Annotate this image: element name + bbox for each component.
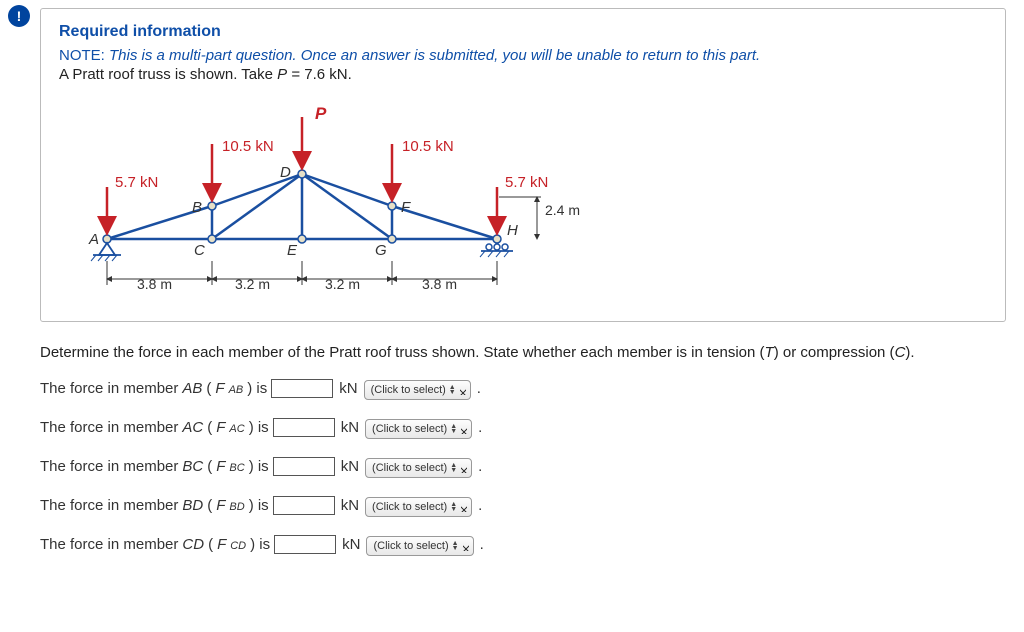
- row-fsym: F: [216, 497, 225, 514]
- row-pre: The force in member: [40, 536, 178, 553]
- row-member: AC: [182, 419, 203, 436]
- label-load-bl: 10.5 kN: [222, 138, 274, 155]
- q-post: ).: [905, 344, 914, 361]
- row-fsym: F: [216, 419, 225, 436]
- chevron-updown-icon: ▲▼: [450, 502, 457, 512]
- force-input-AC[interactable]: [273, 418, 335, 437]
- row-pre: The force in member: [40, 380, 178, 397]
- required-header: Required information: [59, 23, 987, 41]
- label-d1: 3.8 m: [137, 276, 172, 292]
- info-icon-glyph: !: [17, 8, 22, 24]
- period: .: [478, 419, 482, 436]
- row-member: AB: [182, 380, 202, 397]
- label-d2: 3.2 m: [235, 276, 270, 292]
- label-d3: 3.2 m: [325, 276, 360, 292]
- tc-select-AB[interactable]: (Click to select)▲▼: [364, 380, 471, 400]
- label-B: B: [192, 199, 202, 216]
- select-label: (Click to select): [372, 423, 447, 435]
- question-text: Determine the force in each member of th…: [40, 344, 1006, 361]
- label-F: F: [401, 199, 411, 216]
- row-fsym: F: [215, 380, 224, 397]
- row-sub: BC: [229, 462, 244, 474]
- row-pre: The force in member: [40, 497, 178, 514]
- given-var: P: [277, 66, 287, 83]
- row-sub: CD: [230, 540, 246, 552]
- row-pre: The force in member: [40, 419, 178, 436]
- q-t: T: [765, 344, 774, 361]
- force-row-BC: The force in member BC (FBC) is kN (Clic…: [40, 457, 1006, 478]
- label-H: H: [507, 222, 518, 239]
- chevron-updown-icon: ▲▼: [449, 385, 456, 395]
- label-load-br: 10.5 kN: [402, 138, 454, 155]
- question-area: Determine the force in each member of th…: [40, 344, 1006, 556]
- row-after: ) is: [249, 497, 269, 514]
- given-line: A Pratt roof truss is shown. Take P = 7.…: [59, 66, 987, 83]
- note-line: NOTE: This is a multi-part question. Onc…: [59, 47, 987, 64]
- force-input-CD[interactable]: [274, 535, 336, 554]
- force-row-AC: The force in member AC (FAC) is kN (Clic…: [40, 418, 1006, 439]
- truss-diagram: P 10.5 kN 10.5 kN 5.7 kN 5.7 kN A B C D …: [67, 89, 987, 303]
- row-fsym: F: [216, 458, 225, 475]
- label-A: A: [88, 231, 99, 248]
- q-pre: Determine the force in each member of th…: [40, 344, 765, 361]
- row-after: ) is: [249, 419, 269, 436]
- required-info-card: Required information NOTE: This is a mul…: [40, 8, 1006, 322]
- force-row-CD: The force in member CD (FCD) is kN (Clic…: [40, 535, 1006, 556]
- label-C: C: [194, 242, 205, 259]
- row-member: CD: [182, 536, 204, 553]
- row-sub: BD: [229, 501, 244, 513]
- q-c: C: [895, 344, 906, 361]
- label-d4: 3.8 m: [422, 276, 457, 292]
- row-fsym: F: [217, 536, 226, 553]
- note-body: This is a multi-part question. Once an a…: [109, 47, 760, 64]
- unit-label: kN: [341, 458, 359, 475]
- period: .: [478, 458, 482, 475]
- label-D: D: [280, 164, 291, 181]
- force-input-BD[interactable]: [273, 496, 335, 515]
- chevron-updown-icon: ▲▼: [450, 463, 457, 473]
- select-label: (Click to select): [371, 384, 446, 396]
- row-after: ) is: [250, 536, 270, 553]
- unit-label: kN: [342, 536, 360, 553]
- note-prefix: NOTE:: [59, 47, 109, 64]
- select-label: (Click to select): [372, 462, 447, 474]
- row-member: BD: [182, 497, 203, 514]
- given-text: A Pratt roof truss is shown. Take: [59, 66, 277, 83]
- label-E: E: [287, 242, 298, 259]
- chevron-updown-icon: ▲▼: [452, 541, 459, 551]
- row-pre: The force in member: [40, 458, 178, 475]
- force-row-AB: The force in member AB (FAB) is kN (Clic…: [40, 379, 1006, 400]
- info-icon: !: [8, 5, 30, 27]
- row-after: ) is: [249, 458, 269, 475]
- tc-select-AC[interactable]: (Click to select)▲▼: [365, 419, 472, 439]
- label-load-right: 5.7 kN: [505, 174, 548, 191]
- force-input-AB[interactable]: [271, 379, 333, 398]
- period: .: [477, 380, 481, 397]
- force-input-BC[interactable]: [273, 457, 335, 476]
- select-label: (Click to select): [373, 540, 448, 552]
- given-rest: = 7.6 kN.: [287, 66, 352, 83]
- tc-select-CD[interactable]: (Click to select) ▲▼: [366, 536, 473, 556]
- row-member: BC: [182, 458, 203, 475]
- q-mid: ) or compression (: [774, 344, 895, 361]
- period: .: [478, 497, 482, 514]
- unit-label: kN: [339, 380, 357, 397]
- tc-select-BD[interactable]: (Click to select)▲▼: [365, 497, 472, 517]
- row-sub: AB: [229, 384, 244, 396]
- tc-select-BC[interactable]: (Click to select)▲▼: [365, 458, 472, 478]
- label-height: 2.4 m: [545, 202, 580, 218]
- period: .: [480, 536, 484, 553]
- unit-label: kN: [341, 497, 359, 514]
- force-row-BD: The force in member BD (FBD) is kN (Clic…: [40, 496, 1006, 517]
- row-sub: AC: [229, 423, 244, 435]
- label-P: P: [315, 104, 327, 123]
- unit-label: kN: [341, 419, 359, 436]
- row-after: ) is: [247, 380, 267, 397]
- label-load-left: 5.7 kN: [115, 174, 158, 191]
- chevron-updown-icon: ▲▼: [450, 424, 457, 434]
- label-G: G: [375, 242, 387, 259]
- select-label: (Click to select): [372, 501, 447, 513]
